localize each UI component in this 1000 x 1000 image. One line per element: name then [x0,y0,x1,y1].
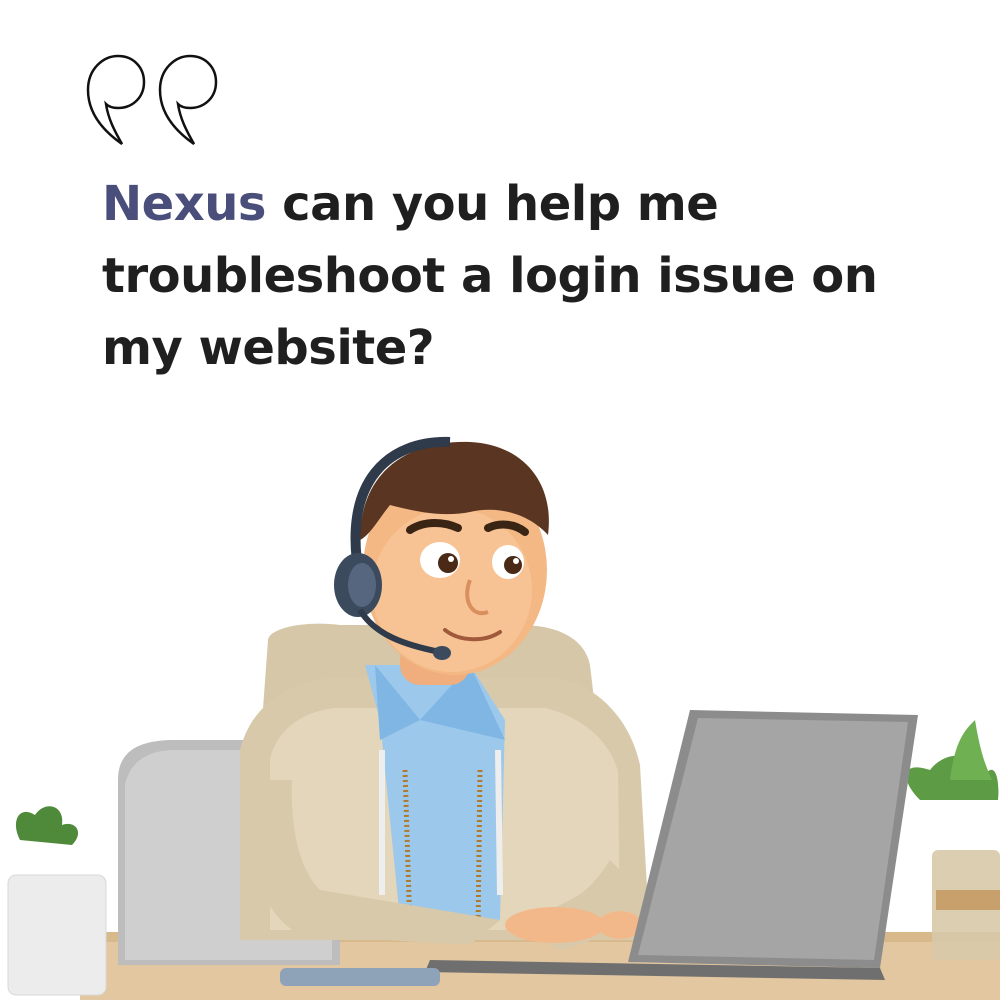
quote-text: Nexus can you help me troubleshoot a log… [102,168,922,384]
left-plant [7,806,107,996]
brand-name: Nexus [102,176,266,232]
phone [280,968,440,986]
quote-open-icon [86,54,218,146]
support-agent-illustration [7,436,1000,1000]
agent-figure [240,436,650,950]
right-plant [906,720,1000,960]
